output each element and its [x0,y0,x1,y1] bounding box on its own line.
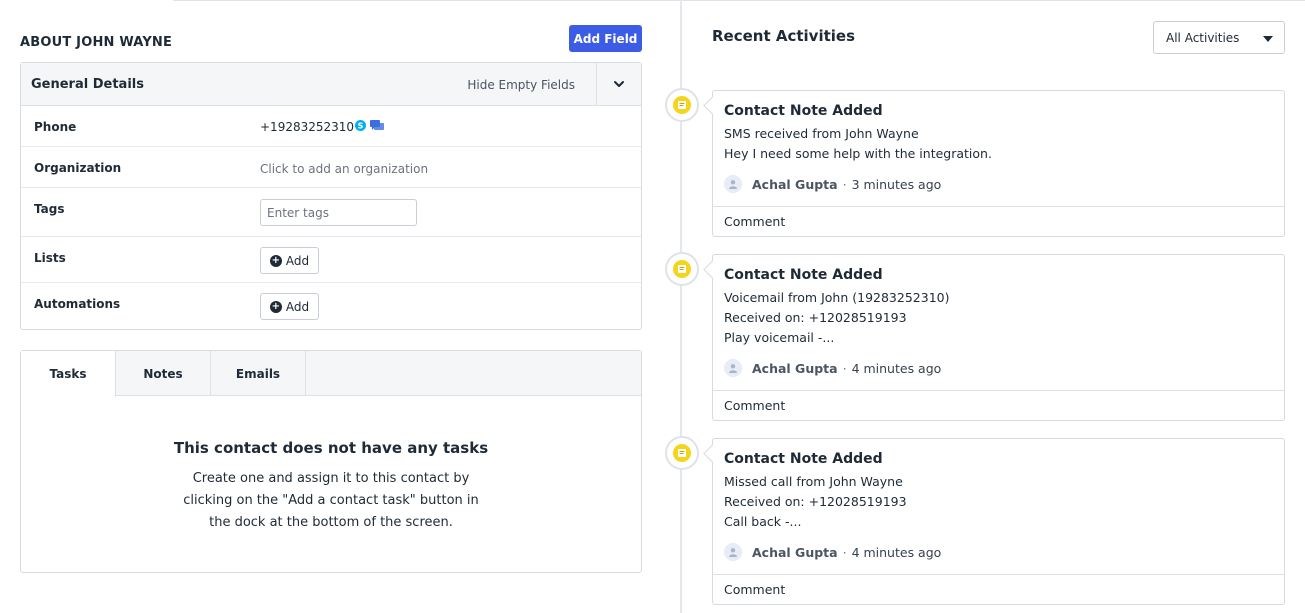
activity-title: Contact Note Added [724,103,883,119]
field-row-tags: Tags [21,188,641,237]
automations-label: Automations [34,297,121,311]
plus-circle-icon: + [269,254,282,267]
activity-line: Hey I need some help with the integratio… [724,146,992,161]
skype-icon[interactable]: S [355,120,366,135]
tabs-card: Tasks Notes Emails This contact does not… [20,350,642,573]
field-row-organization: Organization Click to add an organizatio… [21,147,641,188]
meta-separator: · [842,176,847,192]
empty-state-text: Create one and assign it to this contact… [183,471,479,530]
activity-card: Contact Note Added SMS received from Joh… [712,90,1285,237]
note-icon [673,444,691,462]
general-details-card: General Details Hide Empty Fields Phone … [20,62,642,330]
add-list-button[interactable]: + Add [260,247,319,274]
note-icon [673,260,691,278]
user-avatar-icon [724,543,742,561]
field-row-lists: Lists + Add [21,237,641,283]
activity-line: Missed call from John Wayne [724,474,903,489]
field-row-phone: Phone +19283252310 S [21,106,641,147]
activity-title: Contact Note Added [724,451,883,467]
caret-down-icon [1263,36,1273,42]
comment-button[interactable]: Comment [713,574,1284,604]
tab-emails[interactable]: Emails [211,351,306,396]
user-avatar-icon [724,175,742,193]
user-avatar-icon [724,359,742,377]
general-details-header: General Details Hide Empty Fields [21,63,641,106]
activity-author[interactable]: Achal Gupta [752,361,838,376]
svg-text:S: S [358,121,364,130]
activity-filter-value: All Activities [1166,30,1240,45]
add-automation-label: Add [285,299,310,314]
activity-time: 4 minutes ago [851,544,942,560]
activity-time: 4 minutes ago [851,360,942,376]
add-list-label: Add [285,253,310,268]
activity-line[interactable]: Play voicemail -... [724,328,1273,348]
activity-meta: Achal Gupta · 3 minutes ago [724,174,1273,194]
hide-empty-fields-link[interactable]: Hide Empty Fields [467,78,575,92]
meta-separator: · [842,544,847,560]
collapse-button[interactable] [596,63,641,105]
activity-line: Received on: +12028519193 [724,310,907,325]
recent-activities-title: Recent Activities [712,27,856,45]
activity-line: Voicemail from John (19283252310) [724,290,950,305]
organization-label: Organization [34,161,122,175]
tab-notes[interactable]: Notes [116,351,211,396]
comment-button[interactable]: Comment [713,390,1284,420]
timeline-marker [665,252,699,286]
general-details-title: General Details [31,77,144,92]
meta-separator: · [842,360,847,376]
tabs-bar: Tasks Notes Emails [21,351,641,397]
chevron-down-icon [614,81,624,87]
activity-line[interactable]: Call back -... [724,512,1273,532]
activity-line: Received on: +12028519193 [724,494,907,509]
field-row-automations: Automations + Add [21,283,641,328]
tags-label: Tags [34,202,65,216]
activity-card: Contact Note Added Voicemail from John (… [712,254,1285,421]
timeline-marker [665,436,699,470]
timeline-marker [665,88,699,122]
phone-value[interactable]: +19283252310 [260,120,354,134]
tab-tasks[interactable]: Tasks [21,351,116,397]
activity-title: Contact Note Added [724,267,883,283]
comment-button[interactable]: Comment [713,206,1284,236]
activity-meta: Achal Gupta · 4 minutes ago [724,358,1273,378]
tags-input[interactable] [260,199,417,226]
about-title: ABOUT JOHN WAYNE [20,35,173,50]
lists-label: Lists [34,251,66,265]
activity-line: SMS received from John Wayne [724,126,919,141]
activity-time: 3 minutes ago [851,176,942,192]
top-divider [173,0,1305,1]
chat-icon[interactable] [370,120,384,136]
activity-card: Contact Note Added Missed call from John… [712,438,1285,605]
plus-circle-icon: + [269,300,282,313]
note-icon [673,96,691,114]
add-automation-button[interactable]: + Add [260,293,319,320]
activity-filter-select[interactable]: All Activities [1153,21,1285,54]
empty-state-title: This contact does not have any tasks [173,439,489,457]
activity-author[interactable]: Achal Gupta [752,545,838,560]
add-field-button[interactable]: Add Field [569,25,642,52]
activity-author[interactable]: Achal Gupta [752,177,838,192]
phone-label: Phone [34,120,77,134]
add-organization-link[interactable]: Click to add an organization [260,162,428,176]
activity-meta: Achal Gupta · 4 minutes ago [724,542,1273,562]
